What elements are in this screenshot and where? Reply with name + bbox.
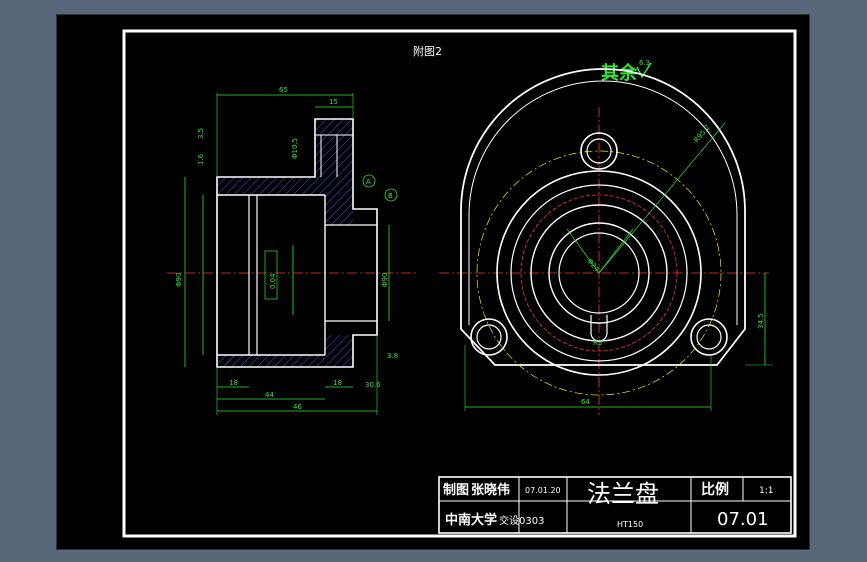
roughness-value: 6.3 — [639, 59, 650, 67]
dim-total-len: 44 — [265, 391, 274, 399]
title-scale-value: 1:1 — [759, 486, 773, 496]
title-drawing-no: 07.01 — [717, 509, 769, 530]
dim-flange-len: 15 — [329, 98, 338, 106]
dim-mid-len: 18 — [333, 379, 342, 387]
dim-bore-dia: Φ90 — [175, 273, 183, 287]
dim-small-len: 18 — [229, 379, 238, 387]
drawing-viewport[interactable]: 附图2 其余 6.3 65 15 18 18 44 46 Φ90 Φ90 Φ10… — [56, 14, 810, 550]
cad-application: 附图2 其余 6.3 65 15 18 18 44 46 Φ90 Φ90 Φ10… — [0, 0, 867, 562]
title-class: 交设0303 — [499, 514, 544, 527]
dim-side-v: 3.5 — [197, 128, 205, 139]
title-material: HT150 — [617, 520, 643, 529]
dim-small-v: 3.8 — [387, 352, 398, 360]
dim-tolerance: 0.04 — [269, 273, 277, 289]
dim-hole-dia: Φ10.5 — [291, 138, 299, 159]
title-part-name: 法兰盘 — [587, 480, 659, 508]
dim-outer-dia: Φ90 — [381, 273, 389, 287]
dim-gap: 30.6 — [365, 381, 381, 389]
dim-slot: R3 — [593, 339, 602, 347]
title-date: 07.01.20 — [525, 486, 561, 495]
title-designer: 张晓伟 — [471, 482, 510, 498]
title-drawn-label: 制图 — [443, 482, 469, 498]
datum-a-label: A — [366, 178, 371, 186]
sheet-title: 附图2 — [413, 44, 442, 58]
datum-b-label: B — [388, 192, 393, 200]
dim-overall-len: 65 — [279, 86, 288, 94]
dim-center-offset: 34.5 — [757, 313, 765, 329]
dim-axial-len: 46 — [293, 403, 302, 411]
dim-side-v2: 1.6 — [197, 153, 205, 165]
sheet-outer-frame — [122, 29, 797, 538]
front-view — [439, 68, 773, 415]
title-scale-label: 比例 — [701, 481, 729, 498]
dim-pcd: R95.2 — [692, 123, 711, 144]
dim-base-width: 64 — [581, 398, 590, 406]
title-school: 中南大学 — [445, 512, 497, 528]
drawing-canvas[interactable]: 附图2 其余 6.3 65 15 18 18 44 46 Φ90 Φ90 Φ10… — [57, 15, 809, 549]
